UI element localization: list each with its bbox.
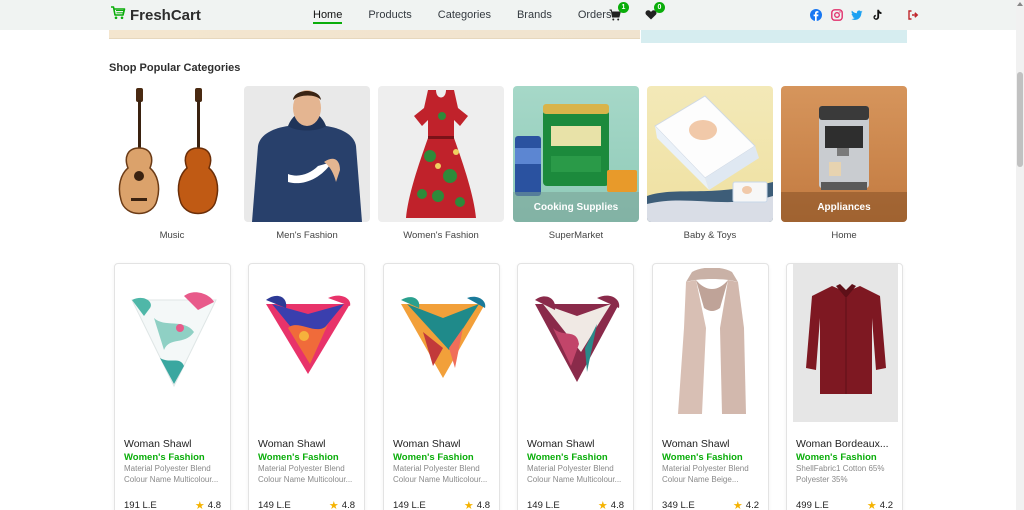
- star-icon: ★: [732, 499, 743, 510]
- category-label: Men's Fashion: [276, 230, 338, 241]
- category-card-home[interactable]: Appliances Home: [781, 86, 907, 241]
- product-description: Material Polyester Blend Colour Name Mult…: [124, 464, 219, 484]
- nav-link-orders[interactable]: Orders: [578, 0, 612, 30]
- product-category: Women's Fashion: [662, 452, 743, 463]
- product-card[interactable]: Woman Shawl Women's Fashion Material Pol…: [383, 263, 500, 510]
- category-card-mens-fashion[interactable]: Men's Fashion: [244, 86, 370, 241]
- product-image: [524, 264, 629, 422]
- product-description: Material Polyester Blend Colour Name Beig…: [662, 464, 749, 484]
- product-image: [659, 264, 764, 422]
- category-overlay-text: Cooking Supplies: [513, 192, 639, 222]
- section-title: Shop Popular Categories: [109, 62, 241, 74]
- product-title: Woman Shawl: [527, 438, 595, 450]
- product-rating: ★ 4.8: [597, 499, 624, 510]
- page-scrollbar[interactable]: [1016, 0, 1024, 510]
- product-title: Woman Shawl: [124, 438, 192, 450]
- nav-link-brands[interactable]: Brands: [517, 0, 552, 30]
- category-card-baby-toys[interactable]: Baby & Toys: [647, 86, 773, 241]
- star-icon: ★: [866, 499, 877, 510]
- star-icon: ★: [463, 499, 474, 510]
- brand-name: FreshCart: [130, 6, 201, 24]
- product-image: [121, 264, 226, 422]
- nav-link-home[interactable]: Home: [313, 0, 343, 30]
- product-card[interactable]: Woman Shawl Women's Fashion Material Pol…: [248, 263, 365, 510]
- category-image: Cooking Supplies: [513, 86, 639, 222]
- cart-logo-icon: [110, 5, 126, 25]
- product-price: 149 L.E: [527, 500, 560, 510]
- product-card[interactable]: Woman Bordeaux... Women's Fashion ShellF…: [786, 263, 903, 510]
- category-card-music[interactable]: Music: [109, 86, 235, 241]
- product-rating: ★ 4.8: [463, 499, 490, 510]
- category-card-supermarket[interactable]: Cooking Supplies SuperMarket: [513, 86, 639, 241]
- navbar: FreshCart Home Products Categories Brand…: [0, 0, 1016, 30]
- category-label: Music: [159, 230, 185, 241]
- product-image: [793, 264, 898, 422]
- category-label: SuperMarket: [548, 230, 604, 241]
- twitter-icon[interactable]: [851, 8, 864, 21]
- category-image: [244, 86, 370, 222]
- product-card[interactable]: Woman Shawl Women's Fashion Material Pol…: [517, 263, 634, 510]
- product-title: Woman Shawl: [662, 438, 730, 450]
- instagram-icon[interactable]: [831, 8, 844, 21]
- product-description: ShellFabric1 Cotton 65% Polyester 35%: [796, 464, 885, 484]
- product-category: Women's Fashion: [258, 452, 339, 463]
- category-overlay-text: Appliances: [781, 192, 907, 222]
- product-price: 191 L.E: [124, 500, 157, 510]
- wishlist-button[interactable]: 0: [645, 2, 665, 22]
- product-card[interactable]: Woman Shawl Women's Fashion Material Pol…: [114, 263, 231, 510]
- star-icon: ★: [328, 499, 339, 510]
- page: FreshCart Home Products Categories Brand…: [0, 0, 1024, 510]
- nav-links: Home Products Categories Brands Orders: [313, 0, 637, 30]
- product-category: Women's Fashion: [393, 452, 474, 463]
- product-card[interactable]: Woman Shawl Women's Fashion Material Pol…: [652, 263, 769, 510]
- scroll-up-arrow-icon[interactable]: [1017, 2, 1023, 6]
- product-title: Woman Shawl: [258, 438, 326, 450]
- product-price: 149 L.E: [393, 500, 426, 510]
- category-label: Home: [831, 230, 857, 241]
- product-description: Material Polyester Blend Colour Name Mult…: [258, 464, 353, 484]
- product-rating: ★ 4.8: [194, 499, 221, 510]
- category-image: [378, 86, 504, 222]
- cart-count-badge: 1: [618, 2, 629, 13]
- tiktok-icon[interactable]: [871, 8, 884, 21]
- product-description: Material Polyester Blend Colour Name Mult…: [527, 464, 622, 484]
- product-image: [255, 264, 360, 422]
- scrollbar-thumb[interactable]: [1017, 72, 1023, 167]
- product-image: [390, 264, 495, 422]
- product-rating: ★ 4.2: [732, 499, 759, 510]
- category-label: Women's Fashion: [403, 230, 479, 241]
- product-description: Material Polyester Blend Colour Name Mult…: [393, 464, 488, 484]
- product-rating: ★ 4.2: [866, 499, 893, 510]
- star-icon: ★: [194, 499, 205, 510]
- nav-link-categories[interactable]: Categories: [438, 0, 491, 30]
- product-category: Women's Fashion: [796, 452, 877, 463]
- category-image: [647, 86, 773, 222]
- category-label: Baby & Toys: [683, 230, 737, 241]
- brand-logo[interactable]: FreshCart: [110, 5, 201, 25]
- product-category: Women's Fashion: [527, 452, 608, 463]
- product-price: 499 L.E: [796, 500, 829, 510]
- side-banner-image: [641, 30, 907, 43]
- cart-button[interactable]: 1: [609, 2, 629, 22]
- star-icon: ★: [597, 499, 608, 510]
- category-image: Appliances: [781, 86, 907, 222]
- facebook-icon[interactable]: [810, 8, 823, 21]
- logout-icon[interactable]: [907, 8, 920, 21]
- product-price: 149 L.E: [258, 500, 291, 510]
- main-slider-image: [109, 30, 640, 39]
- product-category: Women's Fashion: [124, 452, 205, 463]
- product-rating: ★ 4.8: [328, 499, 355, 510]
- category-card-womens-fashion[interactable]: Women's Fashion: [378, 86, 504, 241]
- wishlist-count-badge: 0: [654, 2, 665, 13]
- category-image: [109, 86, 235, 222]
- nav-link-products[interactable]: Products: [368, 0, 411, 30]
- product-title: Woman Bordeaux...: [796, 438, 889, 450]
- product-title: Woman Shawl: [393, 438, 461, 450]
- product-price: 349 L.E: [662, 500, 695, 510]
